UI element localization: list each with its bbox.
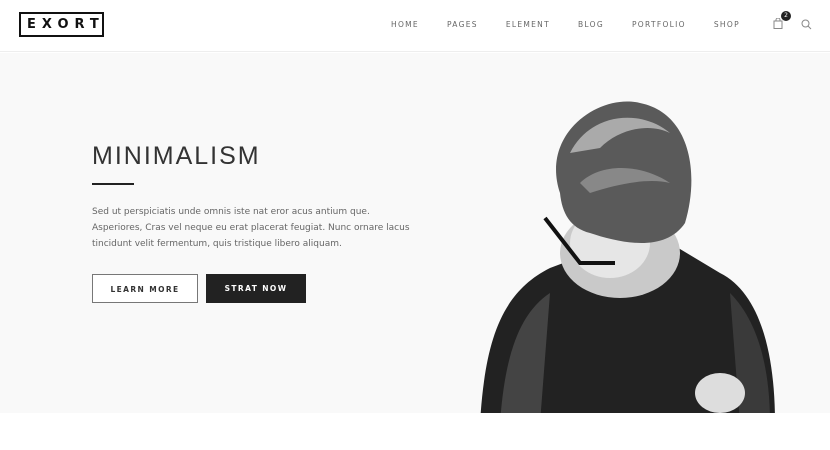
search-icon[interactable]: [801, 19, 812, 30]
nav-pages[interactable]: PAGES: [447, 20, 478, 29]
nav-home[interactable]: HOME: [391, 20, 419, 29]
header: EXORT HOME PAGES ELEMENT BLOG PORTFOLIO …: [0, 0, 830, 52]
learn-more-button[interactable]: LEARN MORE: [92, 274, 198, 303]
nav-element[interactable]: ELEMENT: [506, 20, 550, 29]
cart-count-badge: 2: [781, 11, 791, 21]
hero-title: MINIMALISM: [92, 142, 261, 170]
hero-person-image: [480, 101, 775, 413]
hero-section: MINIMALISM Sed ut perspiciatis unde omni…: [0, 53, 830, 413]
title-divider: [92, 183, 134, 185]
start-now-button[interactable]: STRAT NOW: [206, 274, 306, 303]
logo[interactable]: EXORT: [19, 12, 104, 37]
main-nav: HOME PAGES ELEMENT BLOG PORTFOLIO SHOP: [391, 20, 768, 29]
nav-shop[interactable]: SHOP: [714, 20, 740, 29]
nav-portfolio[interactable]: PORTFOLIO: [632, 20, 686, 29]
nav-blog[interactable]: BLOG: [578, 20, 604, 29]
cart-icon[interactable]: [773, 18, 783, 29]
hero-text: Sed ut perspiciatis unde omnis iste nat …: [92, 207, 410, 249]
